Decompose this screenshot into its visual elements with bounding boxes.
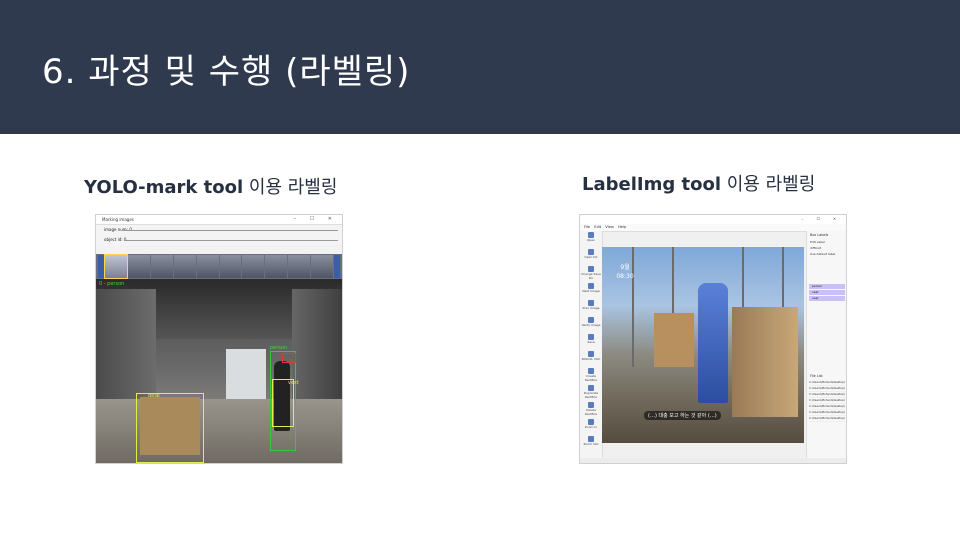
label-list-item: vest xyxy=(809,290,845,295)
scene-worker xyxy=(698,283,728,403)
bbox-label-vest: vest xyxy=(288,380,299,386)
labelimg-side-panel: Box Labels Edit Label difficult Use defa… xyxy=(806,231,846,463)
menu-view: View xyxy=(605,225,614,229)
right-caption-tool: LabelImg tool xyxy=(582,174,721,195)
file-list-header: File List xyxy=(810,374,823,378)
tool-open: Open xyxy=(580,232,602,248)
thumbnail xyxy=(265,255,288,278)
yolo-window-titlebar: Marking images – ☐ ✕ xyxy=(96,215,342,225)
tool-zoom-in: Zoom In xyxy=(580,419,602,435)
thumbnail xyxy=(127,255,150,278)
tool-format: PASCAL VOC xyxy=(580,351,602,367)
labelimg-screenshot: – ☐ ✕ File Edit View Help Open Open Dir … xyxy=(579,214,847,464)
scene-floor xyxy=(96,399,342,463)
thumbnail-prev-icon xyxy=(98,255,104,278)
yolo-image-canvas: 0 - person person vest desk xyxy=(96,279,342,463)
left-caption: YOLO-mark tool 이용 라벨링 xyxy=(84,173,337,199)
file-list-item: C:\Users\Mohsin\Desktop\Mohsin xyxy=(809,416,845,422)
tool-save: Save xyxy=(580,334,602,350)
left-caption-tool: YOLO-mark tool xyxy=(84,177,244,198)
menu-file: File xyxy=(584,225,591,229)
video-clock: 9월 08:30 xyxy=(614,263,636,287)
scene-boards xyxy=(654,313,694,367)
yolo-window-title: Marking images xyxy=(102,217,134,222)
video-subtitle: (…) 대충 보고 하는 것 같아 (…) xyxy=(644,411,721,420)
bbox-label-person: person xyxy=(270,345,288,351)
labelimg-titlebar: – ☐ ✕ xyxy=(580,215,846,224)
tool-prev-image: Prev Image xyxy=(580,300,602,316)
tool-change-save-dir: Change Save Dir xyxy=(580,266,602,282)
left-caption-suffix: 이용 라벨링 xyxy=(248,177,338,198)
thumbnail xyxy=(219,255,242,278)
labelimg-window-controls-icon: – ☐ ✕ xyxy=(801,217,842,221)
labelimg-toolbar: Open Open Dir Change Save Dir Next Image… xyxy=(580,231,603,463)
labelimg-image-canvas: 9월 08:30 (…) 대충 보고 하는 것 같아 (…) xyxy=(602,247,804,443)
overlay-text: 0 - person xyxy=(99,281,125,287)
right-caption-suffix: 이용 라벨링 xyxy=(726,174,816,195)
menu-help: Help xyxy=(617,225,627,229)
clock-time: 08:30 xyxy=(616,273,634,280)
yolo-mark-screenshot: Marking images – ☐ ✕ image num: 0 object… xyxy=(95,214,343,464)
label-list-item: person xyxy=(809,284,845,289)
scene-corridor xyxy=(226,349,266,399)
scene-boards xyxy=(732,307,798,417)
tool-delete-rectbox: Delete RectBox xyxy=(580,402,602,418)
object-id-slider: object id: 0 xyxy=(96,235,342,245)
thumbnail-next-icon xyxy=(334,255,341,278)
bbox-desk xyxy=(136,393,204,463)
tool-next-image: Next Image xyxy=(580,283,602,299)
bbox-head xyxy=(282,353,296,363)
image-num-slider: image num: 0 xyxy=(96,225,342,235)
slider-track xyxy=(124,230,338,231)
thumbnail-strip xyxy=(96,254,342,279)
thumbnail xyxy=(288,255,311,278)
thumbnail xyxy=(196,255,219,278)
slide-header: 6. 과정 및 수행 (라벨링) xyxy=(0,0,960,134)
bbox-label-desk: desk xyxy=(148,393,160,399)
thumbnail xyxy=(150,255,173,278)
slider-track xyxy=(124,240,338,241)
labelimg-status-bar xyxy=(580,458,846,463)
clock-date: 9월 xyxy=(620,264,630,271)
tool-create-rectbox: Create RectBox xyxy=(580,368,602,384)
tool-zoom-out: Zoom Out xyxy=(580,436,602,452)
right-caption: LabelImg tool 이용 라벨링 xyxy=(582,170,815,196)
thumbnail xyxy=(173,255,196,278)
thumbnail xyxy=(104,254,128,279)
thumbnail xyxy=(242,255,265,278)
box-labels-header: Box Labels xyxy=(810,233,829,237)
tool-verify-image: Verify Image xyxy=(580,317,602,333)
window-controls-icon: – ☐ ✕ xyxy=(293,216,338,222)
slide-title: 6. 과정 및 수행 (라벨링) xyxy=(42,52,411,92)
tool-open-dir: Open Dir xyxy=(580,249,602,265)
thumbnail xyxy=(311,255,334,278)
menu-edit: Edit xyxy=(594,225,602,229)
tool-duplicate-rectbox: Duplicate RectBox xyxy=(580,385,602,401)
label-list-item: vest xyxy=(809,296,845,301)
bbox-vest xyxy=(272,379,294,427)
